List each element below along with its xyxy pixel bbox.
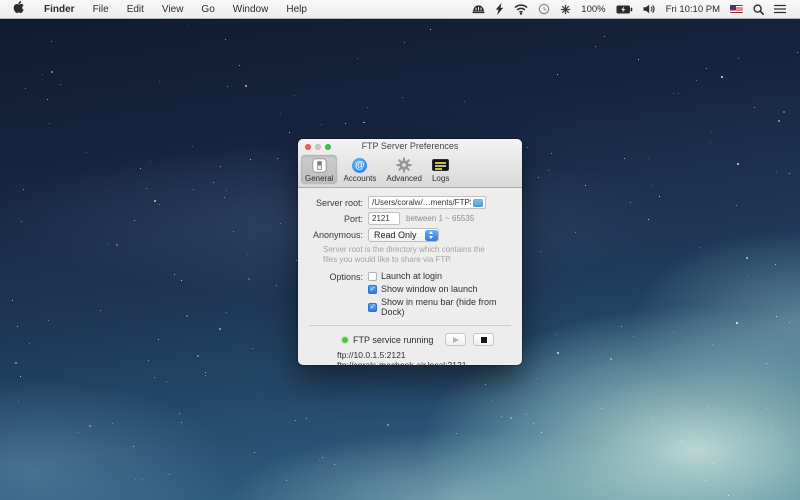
play-icon	[453, 336, 459, 343]
show-in-menu-bar-label: Show in menu bar (hide from Dock)	[381, 297, 497, 317]
tab-logs-label: Logs	[431, 174, 450, 183]
us-flag	[730, 5, 743, 13]
popup-stepper-icon	[424, 229, 438, 241]
service-status-text: FTP service running	[353, 334, 434, 345]
option-show-in-menu-bar[interactable]: Show in menu bar (hide from Dock)	[368, 297, 522, 317]
menu-bar-status-area: 100% Fri 10:10 PM	[467, 0, 800, 18]
app-menu-finder[interactable]: Finder	[35, 0, 84, 18]
port-row: Port: between 1 ~ 65535	[298, 212, 522, 225]
service-running-indicator	[342, 336, 348, 343]
at-circle-icon: @	[352, 157, 368, 173]
menu-window[interactable]: Window	[224, 0, 278, 18]
stop-service-button[interactable]	[473, 333, 494, 346]
ftp-url-hostname: ftp://corals-macbook-air.local:2121	[337, 359, 467, 370]
anonymous-popup[interactable]: Read Only	[368, 228, 439, 242]
tab-general-label: General	[305, 174, 334, 183]
show-window-checkbox[interactable]	[368, 284, 377, 294]
options-row: Options: Launch at login Show window on …	[298, 271, 522, 317]
window-chrome: FTP Server Preferences General @ Account…	[298, 139, 522, 188]
fan-icon[interactable]	[555, 0, 576, 18]
spotlight-icon[interactable]	[748, 0, 769, 18]
battery-percent[interactable]: 100%	[576, 0, 610, 18]
anonymous-row: Anonymous: Read Only	[298, 228, 522, 242]
menu-bar: Finder File Edit View Go Window Help 100…	[0, 0, 800, 19]
tab-advanced[interactable]: Advanced	[382, 155, 426, 184]
tab-accounts[interactable]: @ Accounts	[339, 155, 380, 184]
zoom-button[interactable]	[325, 144, 331, 150]
server-root-input[interactable]	[369, 198, 485, 207]
tab-accounts-label: Accounts	[343, 174, 377, 183]
menu-bar-left: Finder File Edit View Go Window Help	[0, 0, 316, 18]
menu-help[interactable]: Help	[277, 0, 316, 18]
port-input[interactable]	[369, 214, 399, 223]
menu-go[interactable]: Go	[192, 0, 223, 18]
options-list: Launch at login Show window on launch Sh…	[368, 271, 522, 317]
port-range-hint: between 1 ~ 65535	[406, 214, 475, 223]
battery-icon[interactable]	[611, 0, 638, 18]
start-service-button[interactable]	[445, 333, 466, 346]
tab-advanced-label: Advanced	[386, 174, 422, 183]
preferences-toolbar: General @ Accounts Advanced Logs	[298, 154, 522, 187]
server-root-field-wrap	[368, 196, 486, 209]
menu-file[interactable]: File	[84, 0, 118, 18]
general-pane: Server root: Port: between 1 ~ 65535 Ano…	[298, 188, 522, 370]
desktop: Finder File Edit View Go Window Help 100…	[0, 0, 800, 500]
volume-icon[interactable]	[638, 0, 661, 18]
anonymous-popup-value: Read Only	[374, 230, 417, 240]
us-flag-input-icon[interactable]	[725, 0, 748, 18]
show-window-label: Show window on launch	[381, 284, 478, 294]
choose-folder-button[interactable]	[473, 199, 483, 207]
port-field-wrap	[368, 212, 400, 225]
server-root-row: Server root:	[298, 196, 522, 209]
minimize-button[interactable]	[315, 144, 321, 150]
wifi-icon[interactable]	[509, 0, 533, 18]
menu-view[interactable]: View	[153, 0, 193, 18]
apple-icon	[13, 1, 24, 17]
notification-center-icon[interactable]	[769, 0, 791, 18]
time-machine-icon[interactable]	[533, 0, 555, 18]
gear-icon	[396, 157, 412, 173]
log-window-icon	[432, 157, 450, 173]
apple-menu[interactable]	[0, 0, 35, 18]
traffic-lights	[305, 144, 331, 150]
stop-icon	[480, 336, 487, 343]
switch-icon	[312, 157, 327, 173]
s-bolt-icon[interactable]	[490, 0, 509, 18]
tab-general[interactable]: General	[301, 155, 338, 184]
option-show-window-on-launch[interactable]: Show window on launch	[368, 284, 522, 294]
window-title: FTP Server Preferences	[361, 141, 459, 151]
tab-logs[interactable]: Logs	[428, 155, 453, 184]
option-launch-at-login[interactable]: Launch at login	[368, 271, 522, 281]
show-in-menu-bar-checkbox[interactable]	[368, 302, 377, 312]
menu-edit[interactable]: Edit	[118, 0, 153, 18]
ftp-preferences-window: FTP Server Preferences General @ Account…	[298, 139, 522, 369]
options-label: Options:	[329, 272, 363, 282]
section-divider	[309, 325, 511, 326]
anonymous-label: Anonymous:	[312, 230, 363, 240]
port-label: Port:	[343, 213, 363, 224]
service-status-row: FTP service running	[342, 333, 494, 346]
window-titlebar[interactable]: FTP Server Preferences	[298, 139, 522, 154]
server-root-help-text: Server root is the directory which conta…	[323, 245, 485, 264]
launch-at-login-label: Launch at login	[381, 271, 443, 281]
server-root-label: Server root:	[315, 197, 363, 208]
ftp-urls: ftp://10.0.1.5:2121 ftp://corals-macbook…	[337, 350, 522, 370]
ftp-server-menubar-icon[interactable]	[467, 0, 490, 18]
menu-bar-clock[interactable]: Fri 10:10 PM	[661, 0, 725, 18]
service-buttons	[445, 333, 494, 346]
launch-at-login-checkbox[interactable]	[368, 271, 377, 281]
close-button[interactable]	[305, 144, 311, 150]
